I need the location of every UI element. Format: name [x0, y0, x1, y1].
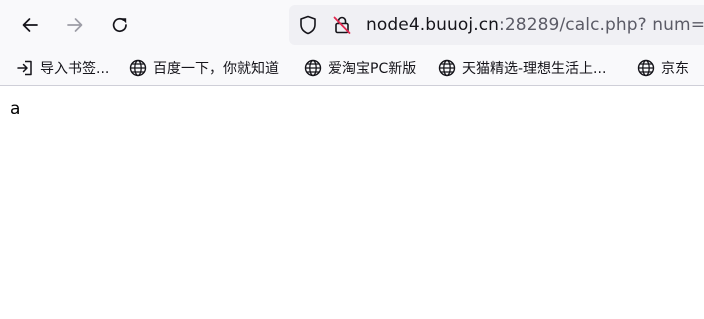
url-path: :28289/calc.php? num=a — [499, 15, 704, 35]
insecure-lock-icon[interactable] — [331, 14, 353, 36]
bookmark-label: 百度一下，你就知道 — [153, 61, 279, 77]
reload-icon — [112, 17, 127, 33]
import-icon — [15, 58, 35, 78]
globe-icon — [303, 58, 323, 78]
address-bar[interactable]: node4.buuoj.cn:28289/calc.php? num=a — [289, 5, 704, 45]
browser-toolbar: node4.buuoj.cn:28289/calc.php? num=a 导入书… — [0, 0, 704, 86]
globe-icon — [437, 58, 457, 78]
globe-icon — [636, 58, 656, 78]
bookmarks-bar: 导入书签... 百度一下，你就知道 爱淘宝PC新版 天猫精选-理想生活上... … — [0, 52, 704, 84]
arrow-left-icon — [22, 18, 38, 32]
bookmark-import[interactable]: 导入书签... — [15, 56, 109, 80]
bookmark-baidu[interactable]: 百度一下，你就知道 — [128, 56, 279, 80]
arrow-right-icon — [67, 18, 83, 32]
url-host: node4.buuoj.cn — [366, 15, 500, 35]
bookmark-jd[interactable]: 京东 — [636, 56, 689, 80]
reload-button[interactable] — [103, 8, 137, 42]
globe-icon — [128, 58, 148, 78]
shield-icon[interactable] — [297, 14, 319, 36]
bookmark-label: 爱淘宝PC新版 — [328, 61, 417, 77]
bookmark-tmall[interactable]: 天猫精选-理想生活上... — [437, 56, 606, 80]
bookmark-label: 京东 — [661, 61, 689, 77]
bookmark-taobao[interactable]: 爱淘宝PC新版 — [303, 56, 416, 80]
back-button[interactable] — [13, 8, 47, 42]
page-body-text: a — [10, 99, 21, 119]
bookmark-label: 天猫精选-理想生活上... — [462, 61, 607, 77]
bookmark-label: 导入书签... — [40, 61, 110, 77]
url-text[interactable]: node4.buuoj.cn:28289/calc.php? num=a — [366, 14, 704, 36]
page-content: a — [0, 87, 704, 319]
forward-button[interactable] — [58, 8, 92, 42]
